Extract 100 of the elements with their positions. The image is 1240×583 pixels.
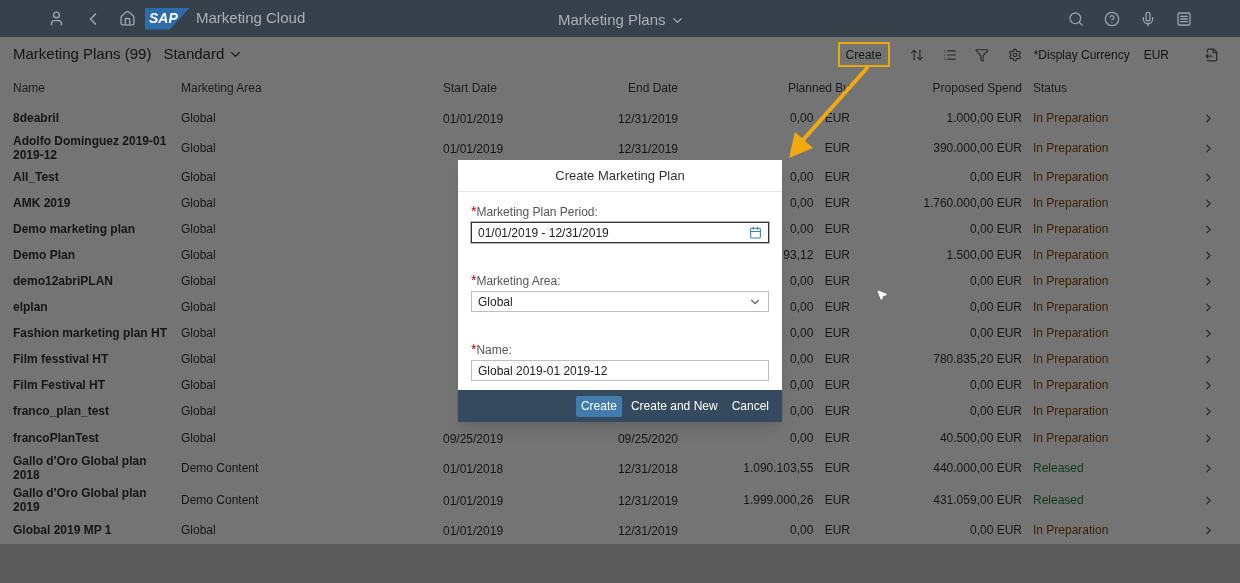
plan-name[interactable]: Film Festival HT	[13, 378, 181, 392]
table-cell: 0,00 EUR	[789, 431, 850, 445]
status-text: In Preparation	[1033, 222, 1110, 236]
table-cell-text: Global	[181, 141, 217, 155]
table-cell: 12/31/2019	[617, 524, 678, 538]
table-cell: 1.999.000,26 EUR	[743, 493, 850, 507]
status-text: In Preparation	[1033, 523, 1110, 537]
date-field[interactable]: 01/01/2019 - 12/31/2019	[471, 222, 769, 243]
microphone-icon[interactable]	[1140, 10, 1156, 27]
status-text: In Preparation	[1033, 404, 1110, 418]
plan-name[interactable]: demo12abriPLAN	[13, 274, 181, 288]
column-header: Status	[1032, 80, 1069, 97]
table-cell: 0,00 EUR	[969, 326, 1022, 340]
plan-name[interactable]: Adolfo Dominguez 2019-01 2019-12	[13, 134, 181, 162]
table-cell: 431.059,00 EUR	[933, 493, 1022, 507]
plan-name[interactable]: 8deabril	[13, 111, 181, 125]
column-header: Marketing Area	[181, 80, 263, 97]
table-cell: 1.000,00 EUR	[946, 111, 1022, 125]
table-cell: 0,00 EUR	[789, 523, 850, 537]
plan-name[interactable]: AMK 2019	[13, 196, 181, 210]
table-cell: 12/31/2019	[617, 112, 678, 126]
status-text: In Preparation	[1033, 300, 1110, 314]
settings-icon[interactable]	[1007, 47, 1022, 62]
calendar-icon[interactable]	[749, 226, 762, 239]
plan-name[interactable]: Gallo d'Oro Global plan 2019	[13, 486, 181, 514]
status-text: In Preparation	[1033, 378, 1110, 392]
field-label: *Marketing Area:	[471, 272, 562, 289]
export-icon[interactable]	[1205, 47, 1219, 62]
status-text: In Preparation	[1033, 248, 1110, 262]
table-cell: 0,00 EUR	[789, 378, 850, 392]
table-cell: 0,00 EUR	[789, 170, 850, 184]
plan-name[interactable]: franco_plan_test	[13, 404, 181, 418]
table-cell-text: Global	[181, 111, 217, 125]
table-cell-text: Demo Content	[181, 461, 260, 475]
input-field[interactable]: Global 2019-01 2019-12	[471, 360, 769, 381]
table-cell: 0,00 EUR	[789, 274, 850, 288]
search-icon[interactable]	[1068, 10, 1084, 27]
status-text: In Preparation	[1033, 111, 1110, 125]
table-cell: 12/31/2019	[617, 142, 678, 156]
table-cell: 0,00 EUR	[969, 523, 1022, 537]
table-cell: 1.090.103,55 EUR	[743, 461, 850, 475]
table-cell: 1.500,00 EUR	[946, 248, 1022, 262]
select-field[interactable]: Global	[471, 291, 769, 312]
table-cell: 0,00 EUR	[789, 222, 850, 236]
table-cell-text: Global	[181, 431, 217, 445]
currency-value[interactable]: EUR	[1143, 45, 1169, 64]
table-cell: 09/25/2019	[443, 432, 504, 446]
table-cell: 0,00 EUR	[969, 378, 1022, 392]
table-cell-text: Global	[181, 274, 217, 288]
table-cell: 01/01/2019	[443, 112, 504, 126]
home-icon[interactable]	[119, 10, 136, 27]
create-button[interactable]: Create	[845, 45, 882, 64]
user-icon[interactable]	[48, 10, 65, 27]
table-cell-text: Global	[181, 222, 217, 236]
dialog-button[interactable]: Create	[575, 395, 622, 417]
page-title-menu[interactable]: Marketing Plans	[558, 9, 685, 32]
status-text: In Preparation	[1033, 196, 1110, 210]
table-cell-text: Global	[181, 170, 217, 184]
plan-name[interactable]: Fashion marketing plan HT	[13, 326, 181, 340]
sort-icon[interactable]	[909, 47, 924, 62]
table-cell: 09/25/2020	[617, 432, 678, 446]
table-cell: 01/01/2019	[443, 524, 504, 538]
table-cell: 0,00 EUR	[969, 300, 1022, 314]
status-text: In Preparation	[1033, 352, 1110, 366]
plan-name[interactable]: All_Test	[13, 170, 181, 184]
table-cell: 0,00 EUR	[969, 404, 1022, 418]
status-text: In Preparation	[1033, 326, 1110, 340]
field-label: *Marketing Plan Period:	[471, 203, 599, 220]
table-cell: 0,00 EUR	[789, 326, 850, 340]
table-cell: 01/01/2019	[443, 142, 504, 156]
dialog-button[interactable]: Cancel	[726, 395, 774, 417]
status-text: Released	[1033, 461, 1085, 475]
plan-name[interactable]: Global 2019 MP 1	[13, 523, 181, 537]
field-label: *Name:	[471, 341, 513, 358]
table-cell-text: Global	[181, 404, 217, 418]
variant-menu[interactable]: Standard	[163, 43, 244, 66]
plan-name[interactable]: francoPlanTest	[13, 431, 181, 445]
cursor-icon	[876, 289, 888, 301]
logo[interactable]: SAP	[145, 7, 190, 30]
menu-icon[interactable]	[1176, 10, 1192, 27]
table-cell-text: Global	[181, 378, 217, 392]
list-icon[interactable]	[942, 47, 957, 62]
table-cell-text: Global	[181, 300, 217, 314]
table-cell: 0,00 EUR	[789, 196, 850, 210]
table-cell: 0,00 EUR	[969, 222, 1022, 236]
column-header: Name	[13, 80, 46, 97]
plan-name[interactable]: elplan	[13, 300, 181, 314]
table-cell: 0,00 EUR	[789, 352, 850, 366]
table-cell-text: Global	[181, 352, 217, 366]
filter-icon[interactable]	[974, 47, 989, 62]
plan-name[interactable]: Demo Plan	[13, 248, 181, 262]
table-cell: 01/01/2018	[443, 462, 504, 476]
dialog-title: Create Marketing Plan	[458, 160, 782, 192]
table-cell-text: Global	[181, 248, 217, 262]
plan-name[interactable]: Gallo d'Oro Global plan 2018	[13, 454, 181, 482]
plan-name[interactable]: Demo marketing plan	[13, 222, 181, 236]
dialog-button[interactable]: Create and New	[625, 395, 723, 417]
help-icon[interactable]	[1104, 10, 1120, 27]
table-cell: 0,00 EUR	[789, 300, 850, 314]
plan-name[interactable]: Film fesstival HT	[13, 352, 181, 366]
